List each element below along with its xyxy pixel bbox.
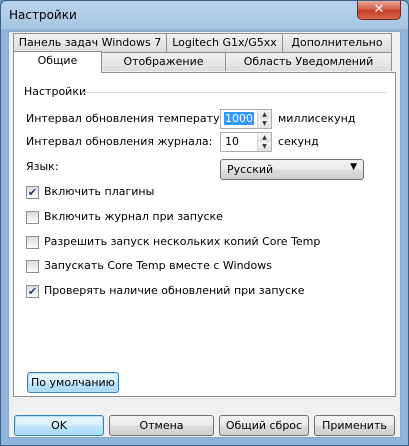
tab-label: Область Уведомлений bbox=[243, 55, 374, 68]
close-icon: ✕ bbox=[373, 2, 385, 17]
checkbox-label: Запускать Core Temp вместе с Windows bbox=[44, 259, 272, 272]
reset-all-button[interactable]: Общий сброс bbox=[219, 415, 309, 436]
settings-window: Настройки ✕ Панель задач Windows 7 Logit… bbox=[0, 0, 409, 446]
log-interval-value[interactable]: 10 bbox=[224, 135, 240, 148]
spin-down-icon[interactable]: ▼ bbox=[258, 142, 271, 151]
checkbox-box[interactable] bbox=[26, 236, 39, 249]
spin-up-icon[interactable]: ▲ bbox=[258, 133, 271, 142]
temp-interval-unit: миллисекунд bbox=[278, 112, 356, 125]
checkbox-box[interactable] bbox=[26, 260, 39, 273]
ok-button[interactable]: OK bbox=[14, 415, 104, 436]
tab-logitech[interactable]: Logitech G1x/G5xx bbox=[166, 33, 283, 52]
general-tab-panel: Настройки Интервал обновления температур… bbox=[13, 72, 396, 397]
spinner-buttons: ▲ ▼ bbox=[257, 110, 271, 128]
tab-label: Logitech G1x/G5xx bbox=[172, 36, 277, 49]
tab-notification-area[interactable]: Область Уведомлений bbox=[225, 52, 392, 71]
spinner-buttons: ▲ ▼ bbox=[257, 133, 271, 151]
defaults-button[interactable]: По умолчанию bbox=[27, 372, 119, 393]
checkbox-label: Включить журнал при запуске bbox=[44, 210, 223, 223]
tab-label: Дополнительно bbox=[291, 36, 383, 49]
temp-interval-spinner[interactable]: 1000 ▲ ▼ bbox=[220, 109, 272, 129]
tab-windows7-taskbar[interactable]: Панель задач Windows 7 bbox=[13, 33, 167, 52]
tab-display[interactable]: Отображение bbox=[101, 52, 226, 71]
cancel-button[interactable]: Отмена bbox=[109, 415, 214, 436]
tab-label: Общие bbox=[37, 54, 78, 67]
apply-button[interactable]: Применить bbox=[314, 415, 395, 436]
checkbox-label: Разрешить запуск нескольких копий Core T… bbox=[44, 235, 321, 248]
checkbox-box[interactable]: ✔ bbox=[26, 186, 39, 199]
dialog-client-area: Панель задач Windows 7 Logitech G1x/G5xx… bbox=[8, 31, 401, 438]
temp-interval-label: Интервал обновления температур: bbox=[26, 112, 231, 125]
checkbox-box[interactable] bbox=[26, 211, 39, 224]
temp-interval-value[interactable]: 1000 bbox=[224, 112, 254, 125]
tab-general[interactable]: Общие bbox=[13, 51, 102, 73]
window-title: Настройки bbox=[9, 8, 77, 22]
settings-group-title: Настройки bbox=[24, 85, 87, 98]
language-label: Язык: bbox=[26, 160, 59, 173]
group-divider bbox=[82, 92, 387, 93]
language-selected-value: Русский bbox=[227, 163, 274, 176]
log-interval-unit: секунд bbox=[278, 135, 319, 148]
spin-down-icon[interactable]: ▼ bbox=[258, 119, 271, 128]
checkbox-label: Включить плагины bbox=[44, 185, 155, 198]
tab-advanced[interactable]: Дополнительно bbox=[282, 33, 392, 52]
tab-label: Панель задач Windows 7 bbox=[18, 36, 162, 49]
checkbox-label: Проверять наличие обновлений при запуске bbox=[44, 284, 305, 297]
log-interval-spinner[interactable]: 10 ▲ ▼ bbox=[220, 132, 272, 152]
close-button[interactable]: ✕ bbox=[357, 1, 401, 20]
chevron-down-icon: ▼ bbox=[350, 162, 357, 172]
tab-label: Отображение bbox=[123, 55, 204, 68]
language-select[interactable]: Русский ▼ bbox=[220, 159, 364, 180]
checkbox-box[interactable]: ✔ bbox=[26, 285, 39, 298]
title-bar[interactable]: Настройки ✕ bbox=[1, 1, 408, 31]
log-interval-label: Интервал обновления журнала: bbox=[26, 135, 213, 148]
spin-up-icon[interactable]: ▲ bbox=[258, 110, 271, 119]
